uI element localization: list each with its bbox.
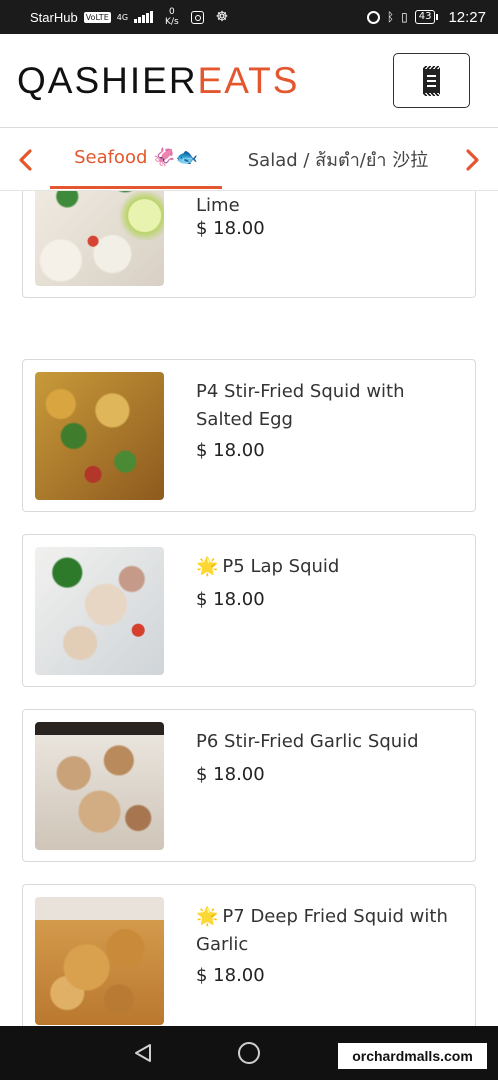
network-speed: 0 K/s <box>165 7 179 27</box>
app-header: QASHIER EATS <box>0 34 498 128</box>
dish-photo <box>35 897 164 1025</box>
signal-icon <box>134 11 154 23</box>
network-type: 4G <box>116 12 129 22</box>
instagram-icon <box>190 10 204 24</box>
star-icon: 🌟 <box>196 906 219 927</box>
item-price: $ 18.00 <box>196 218 265 239</box>
menu-item-card[interactable]: 🌟 P7 Deep Fried Squid with Garlic $ 18.00 <box>22 884 476 1026</box>
alarm-icon <box>366 10 380 24</box>
item-name: P3 Steamed Squid with Chili Lime <box>196 195 240 216</box>
menu-item-card[interactable]: P6 Stir-Fried Garlic Squid $ 18.00 <box>22 709 476 862</box>
star-icon: 🌟 <box>196 556 219 577</box>
notification-app-icon: ☸ <box>215 9 229 25</box>
item-price: $ 18.00 <box>196 764 265 785</box>
menu-item-card[interactable]: 🌟 P5 Lap Squid $ 18.00 <box>22 534 476 687</box>
chevron-left-icon[interactable] <box>12 147 38 173</box>
chevron-right-icon[interactable] <box>460 147 486 173</box>
item-name: P4 Stir-Fried Squid with Salted Egg <box>196 381 405 430</box>
item-price: $ 18.00 <box>196 589 265 610</box>
item-name: 🌟 P7 Deep Fried Squid with Garlic <box>196 906 448 955</box>
item-price: $ 18.00 <box>196 440 265 461</box>
vibrate-icon: ▯ <box>401 10 408 24</box>
category-tabs: Seafood 🦑🐟 Salad / ส้มตำ/ยำ 沙拉 <box>0 129 498 191</box>
receipt-icon <box>423 65 440 96</box>
tab-salad[interactable]: Salad / ส้มตำ/ยำ 沙拉 <box>232 129 444 189</box>
battery-indicator: 43 <box>414 10 439 24</box>
watermark: orchardmalls.com <box>338 1043 487 1069</box>
order-receipt-button[interactable] <box>393 53 470 108</box>
qashier-eats-logo[interactable]: QASHIER EATS <box>17 61 299 101</box>
menu-item-card[interactable]: P3 Steamed Squid with Chili Lime $ 18.00 <box>22 191 476 298</box>
dish-photo <box>35 372 164 500</box>
dish-photo <box>35 191 164 286</box>
item-name: 🌟 P5 Lap Squid <box>196 556 340 577</box>
bluetooth-icon: ᛒ <box>386 10 395 24</box>
menu-item-list: P3 Steamed Squid with Chili Lime $ 18.00… <box>0 191 498 1026</box>
status-bar: StarHub VoLTE 4G 0 K/s ☸ ᛒ ▯ 43 12:27 <box>0 0 498 34</box>
system-nav-bar: orchardmalls.com <box>0 1026 498 1080</box>
item-name: P6 Stir-Fried Garlic Squid <box>196 731 419 752</box>
item-price: $ 18.00 <box>196 965 265 986</box>
back-triangle-icon[interactable] <box>132 1042 154 1064</box>
home-circle-icon[interactable] <box>238 1042 260 1064</box>
tab-seafood[interactable]: Seafood 🦑🐟 <box>50 129 222 189</box>
clock: 12:27 <box>448 8 486 26</box>
menu-item-card[interactable]: P4 Stir-Fried Squid with Salted Egg $ 18… <box>22 359 476 512</box>
volte-badge: VoLTE <box>83 11 111 23</box>
dish-photo <box>35 547 164 675</box>
carrier-name: StarHub <box>30 9 78 25</box>
dish-photo <box>35 722 164 850</box>
